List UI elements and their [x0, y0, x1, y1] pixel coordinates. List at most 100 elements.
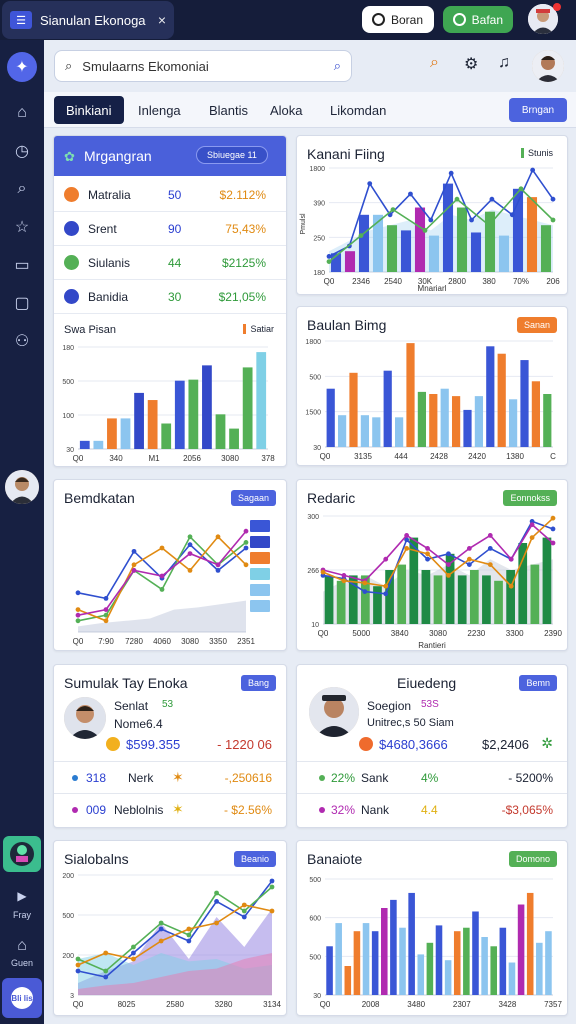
data-point: [187, 551, 193, 556]
data-point: [159, 587, 165, 592]
star-icon[interactable]: ☆: [7, 212, 37, 242]
x-tick-label: 2346: [352, 277, 370, 286]
data-point: [131, 548, 137, 554]
data-point: [326, 254, 332, 259]
coin-icon: [359, 737, 373, 751]
search-icon[interactable]: ⌕: [7, 174, 37, 204]
bottom-app-button[interactable]: Bli lis: [2, 978, 42, 1018]
play-icon[interactable]: ▶: [7, 886, 37, 906]
bell-icon[interactable]: ♫: [498, 54, 510, 72]
x-tick-label: 2351: [237, 637, 255, 646]
metric-row[interactable]: Siulanis 44 $2125%: [54, 246, 286, 280]
game-app-icon[interactable]: [3, 836, 41, 872]
data-point: [448, 170, 454, 176]
card-badge[interactable]: Sbiuegae 11: [196, 146, 268, 164]
y-tick-label: 200: [62, 873, 74, 880]
bafan-button[interactable]: Bafan: [443, 6, 513, 33]
data-point: [241, 902, 247, 908]
card-badge[interactable]: Bemn: [519, 675, 557, 691]
chart-legend: Stunis: [520, 148, 553, 158]
card-badge[interactable]: Beanio: [233, 851, 276, 867]
bar: [174, 380, 185, 449]
globe-icon: [453, 13, 466, 26]
data-point: [214, 899, 219, 904]
y-tick-label: 250: [313, 235, 325, 242]
tab-inlenga[interactable]: Inlenga: [126, 96, 193, 124]
stat-secondary: 4.4: [421, 803, 438, 817]
card-badge[interactable]: Domono: [508, 851, 557, 867]
house-icon[interactable]: ⌂: [7, 98, 37, 128]
tab-likomdan[interactable]: Likomdan: [318, 96, 398, 124]
close-icon[interactable]: ×: [158, 12, 166, 28]
home-icon[interactable]: ⌂: [7, 936, 37, 956]
data-point: [487, 562, 493, 567]
book-icon[interactable]: ▭: [7, 250, 37, 280]
y-tick-label: 500: [309, 374, 321, 381]
x-axis-label: Mnariarl: [418, 284, 447, 293]
bar: [435, 925, 443, 995]
bar: [506, 570, 515, 624]
metric-row[interactable]: Srent 90 75,43%: [54, 212, 286, 246]
main-area: ⌕ Smulaarns Ekomoniai ⌕ ⌕ ⚙ ♫ Binkiani I…: [44, 40, 576, 1024]
x-tick-label: 2420: [468, 452, 486, 461]
data-point: [486, 222, 492, 228]
card-title: Sialobalns: [64, 851, 129, 867]
bar: [520, 360, 529, 447]
stat-name: Neblolnis: [114, 803, 164, 817]
tab-aloka[interactable]: Aloka: [258, 96, 315, 124]
data-point: [404, 533, 410, 538]
menu-icon[interactable]: ☰: [10, 11, 32, 29]
stat-value: 318: [86, 771, 107, 785]
search-orange-icon[interactable]: ⌕: [430, 54, 439, 72]
users-icon[interactable]: ⚇: [7, 326, 37, 356]
data-point: [159, 573, 165, 579]
bar: [442, 183, 454, 272]
metric-row[interactable]: Banidia 30 $21,05%: [54, 280, 286, 314]
row-value: 30: [168, 290, 182, 304]
window-tab[interactable]: ☰ Sianulan Ekonoga ×: [2, 1, 174, 39]
bar: [540, 225, 552, 272]
row-value: 44: [168, 256, 182, 270]
boran-label: Boran: [391, 12, 424, 27]
rail-avatar[interactable]: [5, 470, 39, 504]
data-point: [75, 607, 81, 612]
search-bar[interactable]: ⌕ Smulaarns Ekomoniai ⌕: [54, 50, 352, 82]
legend-swatch: [250, 584, 270, 596]
stat-value: 009: [86, 803, 107, 817]
bar: [463, 409, 472, 447]
boran-button[interactable]: Boran: [362, 6, 434, 33]
brngan-button[interactable]: Brngan: [509, 98, 567, 122]
card-badge[interactable]: Sanan: [516, 317, 557, 333]
header-avatar[interactable]: [532, 50, 564, 82]
data-point: [326, 259, 332, 264]
x-tick-label: 8025: [118, 1000, 136, 1009]
compass-icon[interactable]: ◷: [7, 136, 37, 166]
metric-row[interactable]: Matralia 50 $2.112%: [54, 178, 286, 212]
x-tick-label: 380: [482, 277, 496, 286]
document-icon[interactable]: ▢: [7, 288, 37, 318]
bar: [358, 214, 370, 272]
x-tick-label: 2540: [384, 277, 402, 286]
bar: [400, 230, 412, 272]
search-input[interactable]: Smulaarns Ekomoniai: [82, 59, 208, 74]
card-badge[interactable]: Eonnokss: [503, 490, 557, 506]
data-point: [103, 974, 109, 980]
settings-icon[interactable]: ⚙: [464, 54, 478, 74]
card-badge[interactable]: Sagaan: [230, 490, 276, 506]
data-point: [383, 556, 389, 562]
tab-blantis[interactable]: Blantis: [197, 96, 260, 124]
data-point: [390, 207, 396, 212]
bar: [417, 954, 425, 995]
x-tick-label: Q0: [318, 629, 329, 638]
y-tick-label: 10: [311, 622, 319, 629]
window-title: Sianulan Ekonoga: [40, 12, 146, 28]
home-star-icon[interactable]: ✦: [7, 52, 37, 82]
card-title: Redaric: [307, 490, 356, 506]
card-badge[interactable]: Bang: [240, 675, 276, 691]
row-percent: $21,05%: [218, 290, 266, 304]
bar: [386, 225, 398, 272]
magnifier-icon[interactable]: ⌕: [334, 58, 341, 74]
bar-chart: 500 600 500 30Q0 2008 3480 2307 3428 7357: [309, 877, 562, 1009]
tab-binkiani[interactable]: Binkiani: [54, 96, 124, 124]
x-tick-label: 5000: [352, 629, 370, 638]
